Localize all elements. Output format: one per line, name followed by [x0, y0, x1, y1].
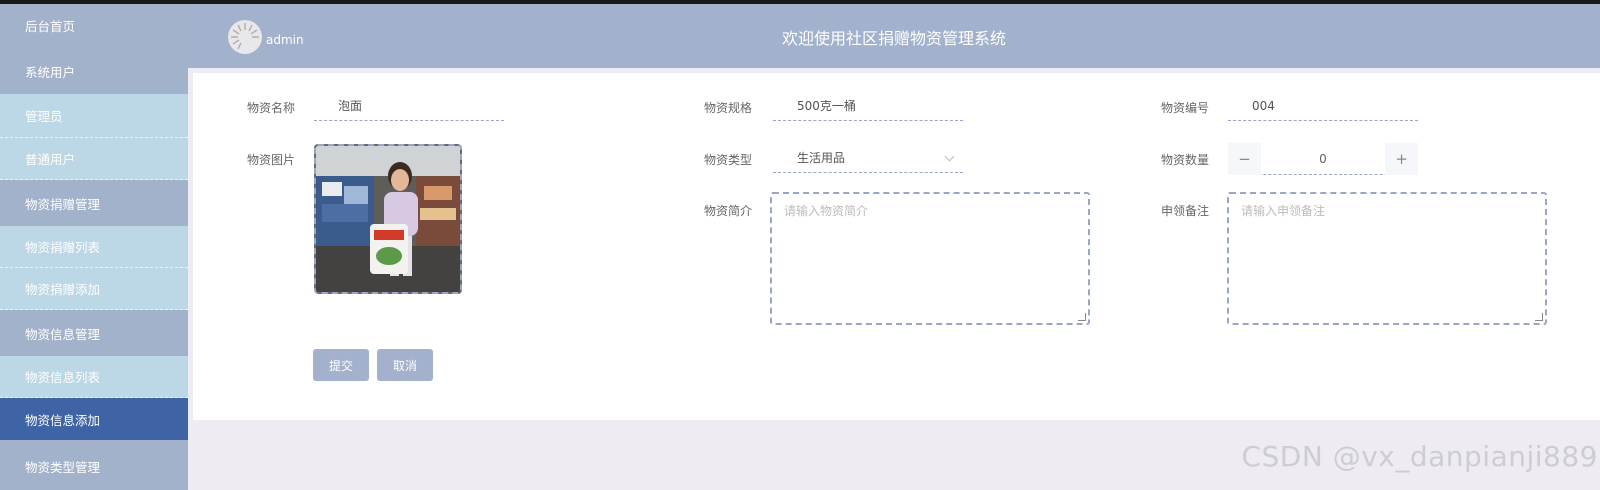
sidebar-item-normal-users[interactable]: 普通用户: [0, 138, 188, 180]
sidebar-item-label: 物资捐赠管理: [25, 196, 101, 212]
spec-input[interactable]: 500克一桶: [773, 91, 963, 121]
sidebar-item-label: 管理员: [25, 109, 63, 124]
sidebar-item-label: 物资信息列表: [25, 370, 101, 385]
watermark: CSDN @vx_danpianji889: [1241, 440, 1598, 473]
spec-input-value: 500克一桶: [797, 99, 856, 113]
sidebar-item-label: 物资类型管理: [25, 459, 101, 475]
minus-icon[interactable]: −: [1228, 143, 1261, 175]
code-input-value: 004: [1252, 98, 1275, 113]
name-input[interactable]: 泡面: [314, 91, 504, 121]
code-input[interactable]: 004: [1228, 91, 1418, 121]
intro-textarea[interactable]: 请输入物资简介: [770, 192, 1090, 325]
quantity-stepper[interactable]: − 0 +: [1228, 143, 1418, 175]
intro-placeholder: 请输入物资简介: [784, 204, 869, 218]
spec-label: 物资规格: [704, 101, 753, 115]
remark-textarea[interactable]: 请输入申领备注: [1227, 192, 1547, 325]
sidebar-item-info-add[interactable]: 物资信息添加: [0, 398, 188, 440]
intro-label: 物资简介: [704, 204, 753, 218]
type-select[interactable]: 生活用品: [773, 143, 963, 173]
resize-handle-icon[interactable]: [1535, 313, 1543, 321]
code-label: 物资编号: [1161, 101, 1210, 115]
remark-label: 申领备注: [1161, 204, 1210, 218]
sidebar-item-label: 普通用户: [25, 152, 76, 167]
product-photo: [316, 146, 460, 292]
type-label: 物资类型: [704, 153, 753, 167]
sidebar-item-label: 物资信息添加: [25, 412, 101, 428]
sidebar-item-admin[interactable]: 管理员: [0, 94, 188, 138]
sidebar-item-info-manage[interactable]: 物资信息管理: [0, 310, 188, 356]
sidebar-item-label: 物资信息管理: [25, 326, 101, 342]
item-image-upload[interactable]: [314, 144, 462, 294]
sidebar-item-home[interactable]: 后台首页: [0, 4, 188, 46]
sidebar-item-type-manage[interactable]: 物资类型管理: [0, 442, 188, 490]
chevron-down-icon: [944, 151, 955, 162]
sidebar-item-label: 后台首页: [25, 18, 76, 34]
page-title: 欢迎使用社区捐赠物资管理系统: [781, 29, 1006, 48]
type-select-value: 生活用品: [797, 151, 846, 165]
resize-handle-icon[interactable]: [1078, 313, 1086, 321]
qty-label: 物资数量: [1161, 153, 1210, 167]
cancel-button[interactable]: 取消: [377, 349, 433, 381]
sidebar-item-donation-manage[interactable]: 物资捐赠管理: [0, 180, 188, 226]
sidebar-item-label: 物资捐赠添加: [25, 282, 101, 297]
sidebar-item-donation-list[interactable]: 物资捐赠列表: [0, 226, 188, 268]
submit-button[interactable]: 提交: [313, 349, 369, 381]
form-card: 物资名称 泡面 物资规格 500克一桶 物资编号 004 物资图片 物资类型 生…: [193, 73, 1600, 420]
sidebar-item-donation-add[interactable]: 物资捐赠添加: [0, 268, 188, 310]
sidebar-item-label: 系统用户: [25, 64, 76, 80]
name-label: 物资名称: [247, 101, 296, 115]
plus-icon[interactable]: +: [1385, 143, 1418, 175]
top-header: admin 欢迎使用社区捐赠物资管理系统: [188, 4, 1600, 68]
remark-placeholder: 请输入申领备注: [1241, 204, 1326, 218]
sidebar-item-system-users[interactable]: 系统用户: [0, 48, 188, 94]
sidebar-item-info-list[interactable]: 物资信息列表: [0, 356, 188, 398]
sidebar: 后台首页 系统用户 管理员 普通用户 物资捐赠管理 物资捐赠列表 物资捐赠添加 …: [0, 4, 188, 490]
sidebar-item-label: 物资捐赠列表: [25, 240, 101, 255]
quantity-input[interactable]: 0: [1261, 143, 1385, 175]
image-label: 物资图片: [247, 153, 296, 167]
name-input-value: 泡面: [338, 99, 363, 113]
